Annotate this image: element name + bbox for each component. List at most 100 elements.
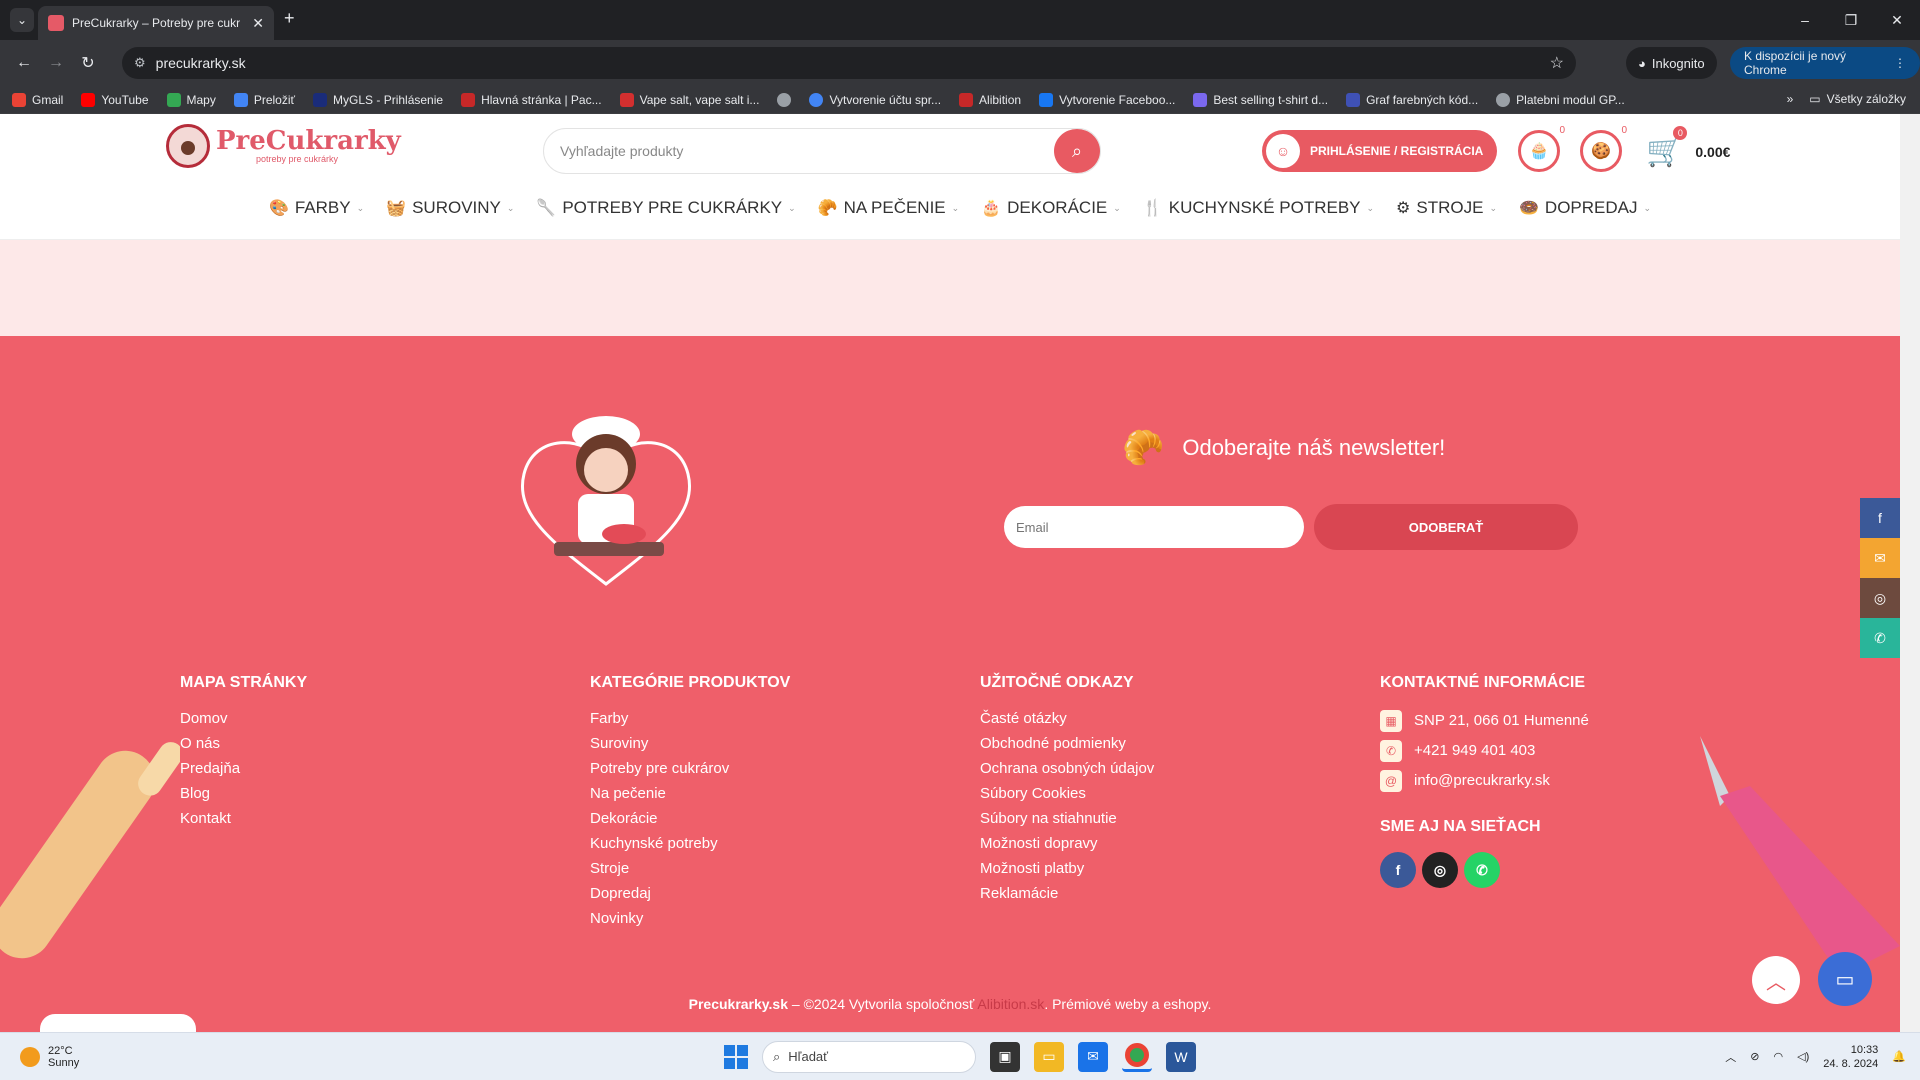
footer-link[interactable]: Reklamácie [980, 881, 1154, 906]
nav-item-farby[interactable]: 🎨 FARBY ⌄ [269, 198, 364, 218]
footer-link[interactable]: Novinky [590, 906, 790, 931]
bookmark-item[interactable]: Graf farebných kód... [1346, 92, 1478, 107]
nav-item-dopredaj[interactable]: 🍩 DOPREDAJ ⌄ [1519, 198, 1651, 218]
footer-link[interactable]: Súbory na stiahnutie [980, 806, 1154, 831]
footer-link-predajna[interactable]: Predajňa [180, 756, 307, 781]
facebook-icon[interactable]: f [1380, 852, 1416, 888]
newsletter-subscribe-button[interactable]: ODOBERAŤ [1314, 504, 1578, 550]
volume-icon[interactable]: ◁) [1797, 1050, 1809, 1063]
file-explorer-icon[interactable]: ▭ [1034, 1041, 1064, 1072]
clock[interactable]: 10:33 24. 8. 2024 [1823, 1043, 1878, 1071]
share-instagram-icon[interactable]: ◎ [1860, 578, 1900, 618]
nav-item-potreby[interactable]: 🥄 POTREBY PRE CUKRÁRKY ⌄ [536, 198, 795, 218]
word-icon[interactable]: W [1166, 1041, 1196, 1072]
footer-link-domov[interactable]: Domov [180, 706, 307, 731]
bookmark-item[interactable]: Platebni modul GP... [1496, 92, 1625, 107]
forward-button[interactable]: → [40, 47, 72, 79]
browser-tab[interactable]: PreCukrarky – Potreby pre cukr ✕ [38, 6, 274, 40]
login-register-button[interactable]: ☺ PRIHLÁSENIE / REGISTRÁCIA [1262, 130, 1498, 172]
bookmark-item[interactable]: Alibition [959, 92, 1021, 107]
windows-start-icon[interactable] [724, 1044, 748, 1069]
bookmark-item[interactable]: YouTube [81, 92, 149, 107]
wifi-icon[interactable]: ◠ [1774, 1050, 1784, 1063]
footer-link[interactable]: Možnosti platby [980, 856, 1154, 881]
share-facebook-icon[interactable]: f [1860, 498, 1900, 538]
bookmark-item[interactable]: Preložiť [233, 92, 295, 107]
share-whatsapp-icon[interactable]: ✆ [1860, 618, 1900, 658]
nav-item-suroviny[interactable]: 🧺 SUROVINY ⌄ [386, 198, 514, 218]
chrome-icon[interactable] [1122, 1041, 1152, 1072]
taskbar-search[interactable]: ⌕ Hľadať [762, 1040, 976, 1073]
footer-link[interactable]: Kuchynské potreby [590, 831, 790, 856]
footer-link-blog[interactable]: Blog [180, 781, 307, 806]
search-button[interactable]: ⌕ [1054, 129, 1100, 173]
compare-button[interactable]: 🍪 0 [1580, 125, 1627, 172]
incognito-indicator[interactable]: ◕ Inkognito [1626, 47, 1717, 79]
footer-link[interactable]: Stroje [590, 856, 790, 881]
scroll-to-top-button[interactable]: ︿ [1752, 956, 1800, 1004]
more-menu-icon[interactable]: ⋮ [1894, 56, 1906, 70]
bookmark-item[interactable]: Hlavná stránka | Pac... [461, 92, 602, 107]
notification-bell-icon[interactable]: 🔔 [1892, 1050, 1906, 1063]
footer-link[interactable]: Farby [590, 706, 790, 731]
network-off-icon[interactable]: ⊘ [1750, 1050, 1759, 1063]
new-tab-button[interactable]: + [284, 8, 295, 29]
product-search[interactable]: Vyhľadajte produkty ⌕ [543, 128, 1101, 174]
bookmark-item[interactable]: Vape salt, vape salt i... [619, 92, 759, 107]
bookmark-item[interactable]: Gmail [12, 92, 63, 107]
footer-link-o-nas[interactable]: O nás [180, 731, 307, 756]
footer-link[interactable]: Možnosti dopravy [980, 831, 1154, 856]
minimize-button[interactable]: – [1782, 0, 1828, 40]
nav-item-stroje[interactable]: ⚙ STROJE ⌄ [1396, 198, 1497, 218]
tab-search-button[interactable]: ⌄ [10, 8, 34, 32]
footer-link[interactable]: Ochrana osobných údajov [980, 756, 1154, 781]
close-window-button[interactable]: ✕ [1874, 0, 1920, 40]
share-email-icon[interactable]: ✉ [1860, 538, 1900, 578]
tray-expand-icon[interactable]: ︿ [1725, 1049, 1736, 1065]
copyright-site[interactable]: Precukrarky.sk [689, 996, 788, 1012]
close-tab-icon[interactable]: ✕ [252, 15, 264, 32]
back-button[interactable]: ← [8, 47, 40, 79]
search-input[interactable]: Vyhľadajte produkty [560, 143, 683, 159]
footer-link[interactable]: Na pečenie [590, 781, 790, 806]
nav-item-dekoracie[interactable]: 🎂 DEKORÁCIE ⌄ [981, 198, 1121, 218]
chat-button[interactable]: ▭ [1818, 952, 1872, 1006]
all-bookmarks-button[interactable]: ▭ Všetky záložky [1809, 92, 1906, 106]
bookmark-star-icon[interactable]: ☆ [1550, 53, 1564, 73]
reload-button[interactable]: ↻ [72, 47, 104, 79]
newsletter-email-input[interactable] [1004, 506, 1304, 548]
contact-email[interactable]: @ info@precukrarky.sk [1380, 766, 1589, 796]
bookmark-item[interactable]: Vytvorenie Faceboo... [1039, 92, 1175, 107]
footer-link[interactable]: Potreby pre cukrárov [590, 756, 790, 781]
bookmark-item[interactable]: MyGLS - Prihlásenie [313, 92, 443, 107]
nav-item-na-pecenie[interactable]: 🥐 NA PEČENIE ⌄ [818, 198, 960, 218]
mail-icon[interactable]: ✉ [1078, 1041, 1108, 1072]
cart-button[interactable]: 🛒 0 0.00€ [1646, 126, 1730, 169]
restore-button[interactable]: ❐ [1828, 0, 1874, 40]
weather-widget[interactable]: 22°C Sunny [20, 1045, 79, 1069]
footer-link[interactable]: Suroviny [590, 731, 790, 756]
footer-link[interactable]: Obchodné podmienky [980, 731, 1154, 756]
address-bar[interactable]: ⚙ precukrarky.sk ☆ [122, 47, 1576, 79]
footer-link[interactable]: Dekorácie [590, 806, 790, 831]
site-logo[interactable]: PreCukrarky potreby pre cukrárky [166, 124, 401, 168]
footer-link[interactable]: Súbory Cookies [980, 781, 1154, 806]
more-bookmarks-icon[interactable]: » [1787, 92, 1794, 106]
footer-link[interactable]: Časté otázky [980, 706, 1154, 731]
page-scrollbar[interactable] [1900, 114, 1920, 1032]
bookmark-item[interactable]: Best selling t-shirt d... [1193, 92, 1328, 107]
bookmark-item[interactable] [777, 92, 792, 107]
site-info-icon[interactable]: ⚙ [134, 55, 146, 71]
task-view-icon[interactable]: ▣ [990, 1041, 1020, 1072]
instagram-icon[interactable]: ◎ [1422, 852, 1458, 888]
chrome-update-button[interactable]: K dispozícii je nový Chrome ⋮ [1730, 47, 1920, 79]
copyright-brand-link[interactable]: Alibition.sk [977, 996, 1044, 1012]
whatsapp-icon[interactable]: ✆ [1464, 852, 1500, 888]
nav-item-kuchynske[interactable]: 🍴 KUCHYNSKÉ POTREBY ⌄ [1143, 198, 1374, 218]
footer-link-kontakt[interactable]: Kontakt [180, 806, 307, 831]
bookmark-item[interactable]: Mapy [166, 92, 216, 107]
contact-phone[interactable]: ✆ +421 949 401 403 [1380, 736, 1589, 766]
bookmark-item[interactable]: Vytvorenie účtu spr... [809, 92, 941, 107]
footer-link[interactable]: Dopredaj [590, 881, 790, 906]
wishlist-button[interactable]: 🧁 0 [1518, 125, 1565, 172]
